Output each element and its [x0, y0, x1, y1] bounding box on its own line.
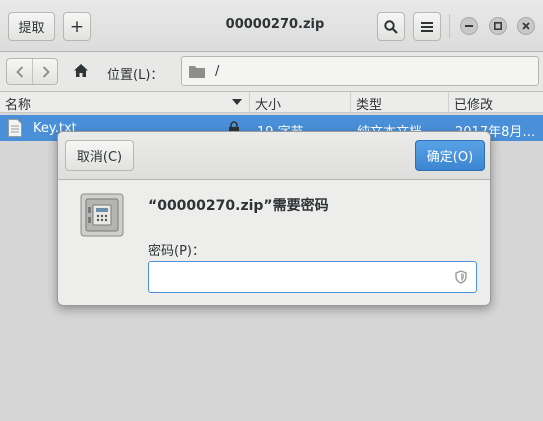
column-header: 名称 大小 类型 已修改 — [0, 92, 543, 113]
ok-button-label: 确定(O) — [426, 150, 474, 165]
chevron-right-icon — [42, 65, 50, 78]
extract-button[interactable]: 提取 — [8, 12, 55, 41]
column-type[interactable]: 类型 — [356, 94, 382, 113]
dialog-heading: “00000270.zip”需要密码 — [148, 198, 329, 214]
safe-icon — [80, 193, 124, 237]
cancel-button[interactable]: 取消(C) — [65, 140, 134, 171]
minimize-icon — [465, 25, 473, 27]
minimize-button[interactable] — [460, 17, 478, 35]
location-entry[interactable]: / — [181, 56, 539, 86]
cancel-button-label: 取消(C) — [76, 150, 123, 165]
close-icon — [522, 22, 530, 30]
column-modified[interactable]: 已修改 — [454, 94, 493, 113]
column-separator — [448, 92, 449, 112]
text-file-icon — [8, 119, 22, 137]
add-button[interactable]: + — [63, 12, 91, 41]
dialog-header: 取消(C) 确定(O) — [58, 132, 490, 180]
location-path: / — [215, 63, 220, 79]
header-separator — [449, 14, 450, 38]
maximize-icon — [494, 22, 502, 30]
sort-down-icon — [232, 99, 242, 105]
location-toolbar: 位置(L)： / — [0, 52, 543, 92]
column-size[interactable]: 大小 — [255, 94, 281, 113]
location-label: 位置(L)： — [107, 68, 164, 83]
search-button[interactable] — [377, 12, 405, 41]
nav-buttons — [6, 58, 58, 85]
column-separator — [249, 92, 250, 112]
column-separator — [350, 92, 351, 112]
password-label: 密码(P)： — [148, 244, 205, 259]
shield-icon — [455, 270, 467, 284]
folder-icon — [189, 65, 205, 78]
ok-button[interactable]: 确定(O) — [415, 140, 485, 171]
password-dialog: 取消(C) 确定(O) “00000270.zip”需要密码 密码(P)： — [57, 131, 491, 306]
maximize-button[interactable] — [489, 17, 507, 35]
search-icon — [384, 19, 398, 34]
column-name[interactable]: 名称 — [5, 94, 31, 113]
home-icon — [74, 64, 88, 77]
forward-button[interactable] — [33, 59, 58, 84]
chevron-left-icon — [15, 65, 23, 78]
header-bar: 提取 + 00000270.zip — [0, 0, 543, 52]
home-button[interactable] — [73, 63, 89, 82]
extract-button-label: 提取 — [18, 21, 45, 36]
back-button[interactable] — [7, 59, 33, 84]
password-input[interactable] — [148, 261, 477, 293]
hamburger-menu-icon — [421, 21, 433, 32]
close-button[interactable] — [517, 17, 535, 35]
menu-button[interactable] — [413, 12, 441, 41]
add-icon: + — [69, 16, 85, 37]
window-title: 00000270.zip — [225, 17, 325, 32]
